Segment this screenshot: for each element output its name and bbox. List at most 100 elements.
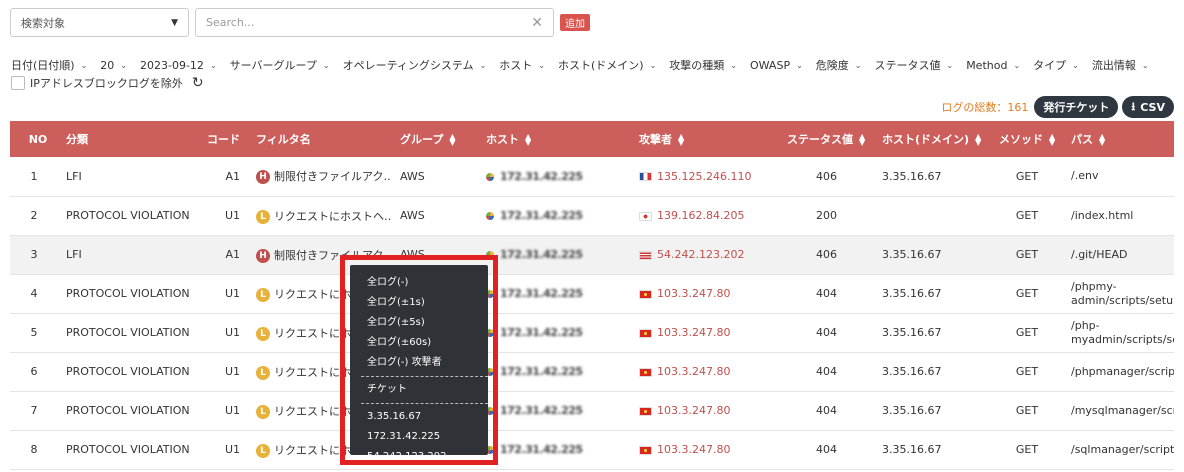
cell-category: PROTOCOL VIOLATION [58,196,198,236]
column-header[interactable]: メソッド ▲ ▼ [991,121,1063,157]
sort-icon[interactable]: ▲ ▼ [449,133,455,147]
sort-icon[interactable]: ▲ ▼ [678,133,684,147]
cell-attacker[interactable]: 103.3.247.80 [631,313,779,353]
cell-attacker[interactable]: 135.125.246.110 [631,157,779,197]
search-input[interactable] [206,16,506,29]
attacker-ip[interactable]: 54.242.123.202 [657,248,744,261]
attacker-ip[interactable]: 103.3.247.80 [657,365,730,378]
cell-no: 8 [10,430,58,470]
cell-attacker[interactable]: 103.3.247.80 [631,430,779,470]
severity-badge: L [256,365,270,380]
menu-item-ticket[interactable]: チケット [367,380,478,400]
chevron-down-icon: ⌄ [1141,60,1149,70]
menu-item-ip[interactable]: 3.35.16.67 [367,407,478,427]
column-header[interactable]: ホスト(ドメイン) ▲ ▼ [874,121,991,157]
filter-dropdown[interactable]: 2023-09-12 ⌄ [140,59,217,72]
table-row[interactable]: 1 LFI A1 H 制限付きファイルアク… AWS 172.31.42.225 … [10,157,1174,197]
menu-item-full-log[interactable]: 全ログ(±60s) [367,333,478,353]
table-row[interactable]: 4 PROTOCOL VIOLATION U1 L リクエストにホ 172.31.… [10,274,1174,314]
chevron-down-icon: ⌄ [796,60,803,70]
attacker-ip[interactable]: 135.125.246.110 [657,170,751,183]
add-button[interactable]: 追加 [560,14,590,31]
cell-method: GET [991,391,1063,431]
column-header-label: グループ [400,133,444,146]
filter-dropdown[interactable]: 20 ⌄ [100,59,127,72]
filter-dropdown[interactable]: 危険度 ⌄ [816,57,862,73]
sort-icon[interactable]: ▲ ▼ [525,133,531,147]
country-flag-icon [639,250,652,260]
host-ip: 172.31.42.225 [500,287,583,300]
sort-icon[interactable]: ▲ ▼ [859,133,865,147]
filter-dropdown[interactable]: オペレーティングシステム ⌄ [343,57,487,73]
table-row[interactable]: 8 PROTOCOL VIOLATION U1 L リクエストにホ 172.31.… [10,430,1174,470]
menu-item-full-log[interactable]: 全ログ(-) 攻撃者 [367,353,478,373]
cell-no: 6 [10,352,58,392]
cell-path: /index.html [1063,196,1174,236]
csv-download-button[interactable]: ⭳ CSV [1122,96,1174,118]
filter-dropdown[interactable]: サーバーグループ ⌄ [230,57,330,73]
cell-filter: H 制限付きファイルアク… [248,157,392,197]
menu-item-full-log[interactable]: 全ログ(-) [367,273,478,293]
cell-code: U1 [198,274,248,314]
column-header-label: 攻撃者 [639,133,672,146]
column-header-label: コード [207,133,240,146]
exclude-ip-checkbox[interactable] [11,76,25,90]
attacker-ip[interactable]: 139.162.84.205 [657,209,744,222]
column-header[interactable]: 攻撃者 ▲ ▼ [631,121,779,157]
table-row[interactable]: 3 LFI A1 H 制限付きファイルアク… AWS 172.31.42.225 … [10,235,1174,275]
search-target-label: 検索対象 [21,16,65,30]
menu-item-full-log[interactable]: 全ログ(±1s) [367,293,478,313]
filter-dropdown[interactable]: ステータス値 ⌄ [874,57,953,73]
cell-attacker[interactable]: 103.3.247.80 [631,352,779,392]
menu-item-ip[interactable]: 172.31.42.225 [367,427,478,447]
filter-label: 攻撃の種類 [669,59,725,72]
country-flag-icon [639,445,652,455]
issue-ticket-label: 発行チケット [1043,101,1110,114]
close-icon[interactable]: ✕ [531,15,543,31]
filter-dropdown[interactable]: タイプ ⌄ [1033,57,1079,73]
menu-divider [361,403,488,404]
column-header[interactable]: ホスト ▲ ▼ [478,121,631,157]
table-row[interactable]: 7 PROTOCOL VIOLATION U1 L リクエストにホ 172.31.… [10,391,1174,431]
cell-category: LFI [58,157,198,197]
attacker-ip[interactable]: 103.3.247.80 [657,326,730,339]
table-row[interactable]: 2 PROTOCOL VIOLATION U1 L リクエストにホストヘ… AWS… [10,196,1174,236]
attacker-ip[interactable]: 103.3.247.80 [657,404,730,417]
filter-dropdown[interactable]: ホスト ⌄ [499,57,545,73]
search-target-select[interactable]: 検索対象 ▼ [10,8,189,37]
context-menu-highlight: 全ログ(-) 全ログ(±1s) 全ログ(±5s) 全ログ(±60s) 全ログ(-) 攻撃… [340,255,498,465]
filter-dropdown[interactable]: ホスト(ドメイン) ⌄ [558,57,656,73]
column-header[interactable]: グループ ▲ ▼ [392,121,478,157]
table-toolbar: ログの総数：161 発行チケット ⭳ CSV [941,96,1174,118]
cell-attacker[interactable]: 139.162.84.205 [631,196,779,236]
filter-dropdown[interactable]: OWASP ⌄ [750,59,803,72]
cell-domain: 3.35.16.67 [874,313,991,353]
table-row[interactable]: 6 PROTOCOL VIOLATION U1 L リクエストにホ 172.31.… [10,352,1174,392]
country-flag-icon [639,406,652,416]
filter-dropdown[interactable]: 日付(日付順) ⌄ [11,57,87,73]
filter-dropdown[interactable]: Method ⌄ [966,59,1020,72]
filter-dropdown[interactable]: 流出情報 ⌄ [1092,57,1149,73]
country-flag-icon [639,367,652,377]
column-header[interactable]: パス ▲ ▼ [1063,121,1174,157]
filter-dropdown[interactable]: 攻撃の種類 ⌄ [669,57,737,73]
cell-attacker[interactable]: 103.3.247.80 [631,274,779,314]
attacker-ip[interactable]: 103.3.247.80 [657,287,730,300]
attacker-ip[interactable]: 103.3.247.80 [657,443,730,456]
csv-label: CSV [1140,100,1165,114]
refresh-icon[interactable]: ↻ [192,75,204,91]
caret-down-icon: ▼ [171,17,178,28]
menu-item-full-log[interactable]: 全ログ(±5s) [367,313,478,333]
issue-ticket-button[interactable]: 発行チケット [1034,96,1119,118]
cell-host: 172.31.42.225 [478,430,631,470]
menu-item-ip[interactable]: 54.242.123.202 [367,447,478,467]
cell-attacker[interactable]: 103.3.247.80 [631,391,779,431]
sort-icon[interactable]: ▲ ▼ [975,133,981,147]
sort-icon[interactable]: ▲ ▼ [1099,133,1105,147]
cell-attacker[interactable]: 54.242.123.202 [631,235,779,275]
table-row[interactable]: 5 PROTOCOL VIOLATION U1 L リクエストにホ 172.31.… [10,313,1174,353]
sort-icon[interactable]: ▲ ▼ [1049,133,1055,147]
column-header: コード [198,121,248,157]
chevron-down-icon: ⌄ [479,60,487,70]
column-header[interactable]: ステータス値 ▲ ▼ [779,121,874,157]
